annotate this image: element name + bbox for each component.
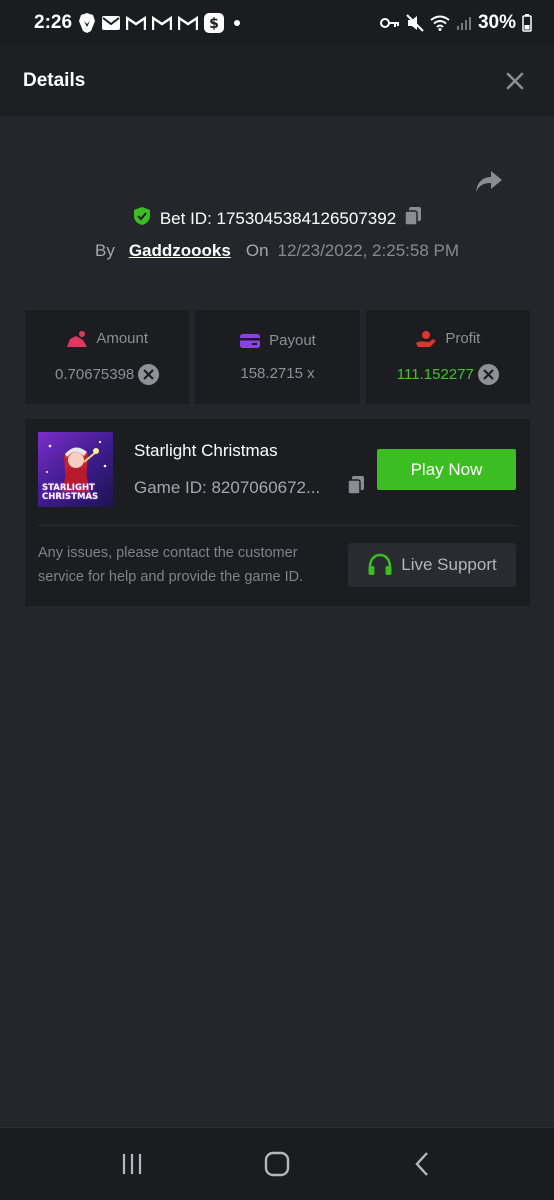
on-label: On bbox=[245, 241, 269, 260]
amount-label: Amount bbox=[96, 330, 149, 347]
signal-icon bbox=[456, 15, 472, 31]
share-icon bbox=[476, 171, 502, 192]
payout-card-icon bbox=[240, 333, 261, 348]
copy-icon bbox=[347, 476, 364, 495]
system-nav-bar bbox=[0, 1127, 554, 1200]
brave-lion-icon bbox=[78, 13, 96, 33]
bet-author-row: By Gaddzoooks On 12/23/2022, 2:25:58 PM bbox=[0, 241, 554, 261]
share-button[interactable] bbox=[474, 168, 504, 196]
back-chevron-icon bbox=[415, 1152, 428, 1176]
status-bar: 2:26 $ 30% bbox=[0, 0, 554, 46]
amount-stat: Amount 0.70675398 bbox=[25, 310, 190, 404]
recent-apps-button[interactable] bbox=[112, 1144, 152, 1184]
payout-stat: Payout 158.2715 x bbox=[195, 310, 360, 404]
bet-id-text: Bet ID: 1753045384126507392 bbox=[159, 208, 397, 228]
battery-percent: 30% bbox=[477, 12, 516, 33]
profit-label: Profit bbox=[445, 330, 481, 347]
profit-label-row: Profit bbox=[415, 330, 480, 348]
payout-value-row: 158.2715 x bbox=[240, 365, 314, 382]
amount-label-row: Amount bbox=[66, 330, 148, 348]
live-support-label: Live Support bbox=[401, 555, 497, 574]
support-help-text: Any issues, please contact the customer … bbox=[38, 545, 304, 585]
profit-value: 111.152277 bbox=[396, 365, 474, 383]
gmail-icon bbox=[178, 15, 199, 31]
gmail-icon bbox=[152, 15, 173, 31]
headset-icon bbox=[368, 553, 392, 575]
bet-datetime: 12/23/2022, 2:25:58 PM bbox=[277, 241, 460, 260]
divider bbox=[38, 525, 517, 526]
wifi-icon bbox=[430, 15, 450, 31]
status-time: 2:26 bbox=[34, 12, 73, 33]
currency-coin-icon bbox=[138, 363, 160, 385]
username-link[interactable]: Gaddzoooks bbox=[129, 241, 231, 261]
game-name: Starlight Christmas bbox=[134, 441, 278, 460]
game-card: STARLIGHT CHRISTMAS Starlight Christmas … bbox=[25, 419, 530, 606]
vpn-key-icon bbox=[379, 17, 400, 29]
close-button[interactable] bbox=[504, 70, 526, 92]
profit-stat: Profit 111.152277 bbox=[365, 310, 530, 404]
back-button[interactable] bbox=[402, 1144, 442, 1184]
mail-icon bbox=[102, 16, 121, 30]
game-thumbnail[interactable]: STARLIGHT CHRISTMAS bbox=[38, 432, 113, 507]
status-bar-left: 2:26 $ bbox=[34, 12, 244, 34]
details-header: Details bbox=[0, 46, 554, 116]
profit-icon bbox=[416, 330, 437, 347]
bet-id-row: Bet ID: 1753045384126507392 bbox=[0, 206, 554, 231]
amount-value-row: 0.70675398 bbox=[55, 363, 160, 385]
amount-value: 0.70675398 bbox=[55, 365, 135, 383]
home-button[interactable] bbox=[257, 1144, 297, 1184]
payout-value: 158.2715 x bbox=[240, 365, 315, 382]
mute-icon bbox=[406, 14, 424, 32]
page-title: Details bbox=[23, 70, 86, 91]
recent-apps-icon bbox=[123, 1154, 142, 1174]
payout-label: Payout bbox=[269, 332, 316, 349]
bet-stats: Amount 0.70675398 Payout 158.2715 x Prof… bbox=[25, 310, 530, 404]
profit-value-row: 111.152277 bbox=[396, 363, 499, 385]
payout-label-row: Payout bbox=[239, 332, 316, 349]
svg-text:$: $ bbox=[209, 16, 219, 32]
copy-game-id-button[interactable] bbox=[347, 475, 365, 500]
battery-icon bbox=[522, 14, 532, 32]
currency-coin-icon bbox=[477, 363, 499, 385]
game-id-row: Game ID: 8207060672... bbox=[134, 475, 365, 500]
gmail-icon bbox=[126, 15, 147, 31]
cash-app-icon: $ bbox=[204, 13, 225, 33]
live-support-button[interactable]: Live Support bbox=[348, 543, 516, 587]
play-now-button[interactable]: Play Now bbox=[377, 449, 516, 490]
close-icon bbox=[506, 72, 524, 90]
game-id: Game ID: 8207060672... bbox=[134, 477, 321, 497]
status-bar-right: 30% bbox=[379, 12, 532, 34]
home-icon bbox=[264, 1151, 290, 1177]
amount-icon bbox=[67, 330, 88, 347]
verified-shield-icon bbox=[132, 206, 152, 231]
by-label: By bbox=[94, 241, 115, 260]
notification-dot-icon bbox=[230, 19, 244, 27]
copy-icon bbox=[404, 207, 422, 226]
copy-bet-id-button[interactable] bbox=[404, 206, 422, 231]
thumbnail-title: STARLIGHT CHRISTMAS bbox=[42, 483, 99, 502]
